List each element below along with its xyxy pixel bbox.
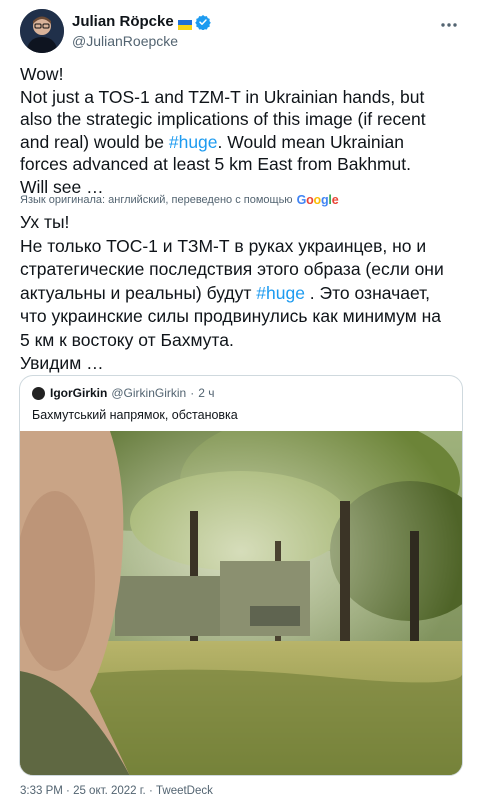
translated-text: Ух ты! Не только ТОС-1 и ТЗМ-Т в руках у…	[20, 211, 468, 376]
quoted-tweet-header: IgorGirkin @GirkinGirkin · 2 ч	[32, 386, 214, 400]
quoted-time[interactable]: 2 ч	[198, 386, 214, 400]
hashtag-link[interactable]: #huge	[169, 132, 218, 152]
more-icon[interactable]	[439, 15, 459, 35]
translation-note: Язык оригинала: английский, переведено с…	[20, 193, 339, 207]
quoted-tweet[interactable]: IgorGirkin @GirkinGirkin · 2 ч Бахмутськ…	[19, 375, 463, 776]
tweet-time[interactable]: 3:33 PM	[20, 785, 63, 797]
tweet-footer: 3:33 PM · 25 окт. 2022 г. · TweetDeck	[20, 785, 213, 797]
quoted-text: Бахмутський напрямок, обстановка	[32, 408, 238, 422]
quoted-separator: ·	[190, 386, 195, 400]
translated-line: что украинские силы продвинулись как мин…	[20, 306, 441, 326]
translated-line: Увидим …	[20, 353, 104, 373]
quoted-video-thumbnail[interactable]	[20, 431, 462, 775]
tweet-line: also the strategic implications of this …	[20, 109, 426, 129]
translated-line: Ух ты!	[20, 212, 70, 232]
tweet-line: Wow!	[20, 64, 64, 84]
tweet-date[interactable]: 25 окт. 2022 г.	[73, 785, 146, 797]
verified-icon	[194, 14, 211, 31]
tweet-line: forces advanced at least 5 km East from …	[20, 154, 412, 174]
translated-line: Не только ТОС-1 и ТЗМ-Т в руках украинце…	[20, 235, 427, 256]
translated-line: стратегические последствия этого образа …	[20, 259, 444, 279]
author-avatar[interactable]	[20, 9, 64, 53]
author-handle[interactable]: @JulianRoepcke	[72, 32, 211, 50]
quoted-display-name[interactable]: IgorGirkin	[50, 386, 107, 400]
quoted-handle[interactable]: @GirkinGirkin	[111, 386, 186, 400]
translated-line: 5 км к востоку от Бахмута.	[20, 329, 234, 350]
google-logo[interactable]: Google	[297, 193, 339, 207]
tweet-header: Julian Röpcke @JulianRoepcke	[20, 9, 465, 53]
quoted-avatar[interactable]	[32, 386, 45, 400]
tweet-text: Wow! Not just a TOS-1 and TZM-T in Ukrai…	[20, 63, 468, 198]
translated-line: актуальны и реальны) будут #huge . Это о…	[20, 282, 431, 303]
flag-icon	[177, 17, 192, 30]
tweet-line: and real) would be #huge. Would mean Ukr…	[20, 131, 404, 152]
author-display-name[interactable]: Julian Röpcke	[72, 13, 174, 31]
hashtag-link[interactable]: #huge	[256, 283, 305, 303]
tweet-line: Not just a TOS-1 and TZM-T in Ukrainian …	[20, 86, 425, 107]
tweet-source[interactable]: TweetDeck	[156, 785, 213, 797]
